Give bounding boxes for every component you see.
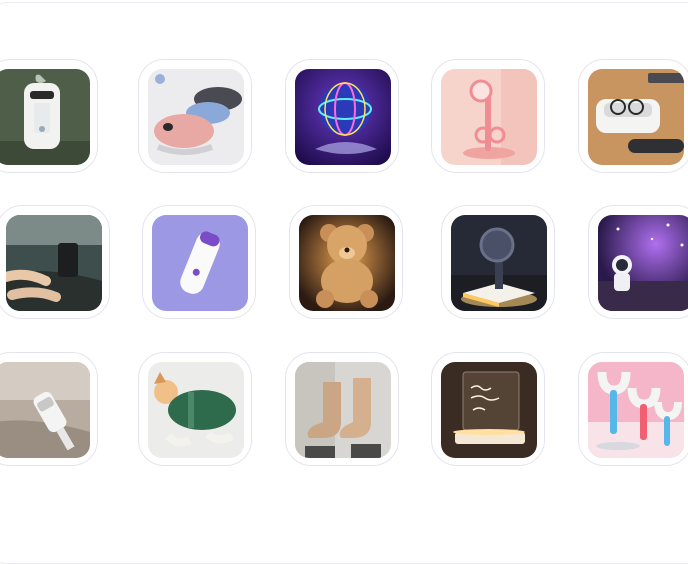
product-card-led-message-board[interactable] [431,352,545,466]
product-card-eyelash-curler[interactable] [431,59,545,173]
product-card-ultrasonic-cleaner[interactable] [578,59,688,173]
flying-orb-icon [295,69,391,165]
product-card-hair-remover[interactable] [142,205,256,319]
led-message-board-icon [441,362,537,458]
product-card-u-shaped-toothbrush[interactable] [578,352,688,466]
product-card-galaxy-projector[interactable] [588,205,688,319]
product-card-handheld-vacuum[interactable] [0,352,98,466]
handheld-vacuum-icon [0,362,90,458]
product-card-teddy-bear[interactable] [289,205,403,319]
product-card-wireless-charger[interactable] [441,205,555,319]
car-phone-mount-icon [6,215,102,311]
galaxy-projector-icon [598,215,688,311]
product-card-snow-boots[interactable] [285,352,399,466]
product-card-dog-towel[interactable] [138,352,252,466]
wireless-charger-icon [451,215,547,311]
slippers-icon [148,69,244,165]
hair-remover-icon [152,215,248,311]
product-card-humidifier[interactable] [0,59,98,173]
product-card-slippers[interactable] [138,59,252,173]
u-shaped-toothbrush-icon [588,362,684,458]
product-card-flying-orb[interactable] [285,59,399,173]
snow-boots-icon [295,362,391,458]
humidifier-icon [0,69,90,165]
dog-towel-icon [148,362,244,458]
teddy-bear-icon [299,215,395,311]
ultrasonic-cleaner-icon [588,69,684,165]
product-card-car-phone-mount[interactable] [0,205,110,319]
eyelash-curler-icon [441,69,537,165]
